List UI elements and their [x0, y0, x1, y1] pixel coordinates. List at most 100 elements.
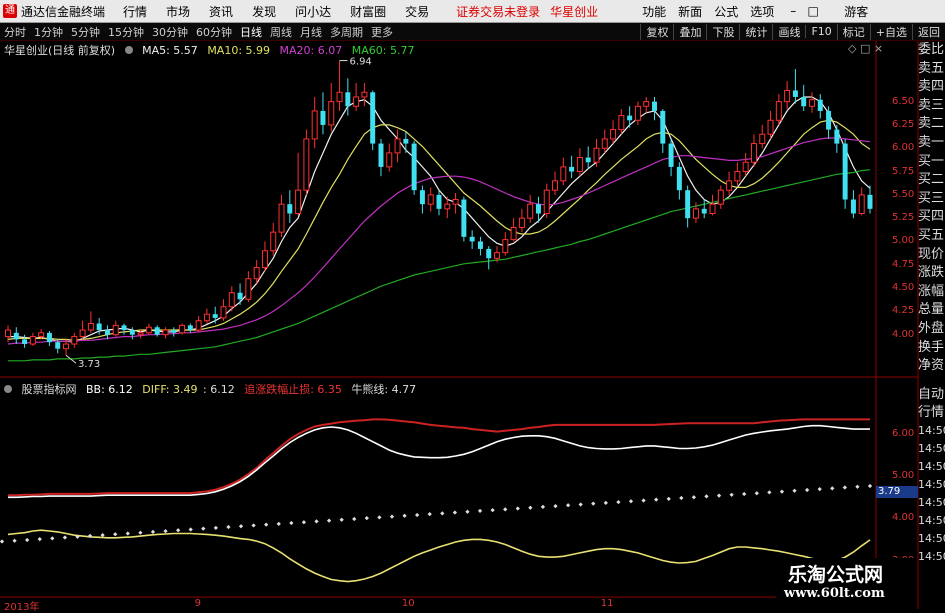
date-tick-label: 2013年 — [4, 602, 40, 613]
candle-body — [38, 332, 45, 338]
candle-body — [411, 143, 417, 191]
main-legend: 华星创业(日线 前复权) MA5: 5.57 MA10: 5.99 MA20: … — [4, 42, 420, 58]
candle-body — [767, 119, 774, 135]
high-marker-label: 6.94 — [350, 57, 372, 68]
side-panel-lower: 自动 行情 14:50 14:50 14:50 14:50 14:50 14:5… — [918, 386, 945, 566]
diff-label: DIFF: 3.49 — [142, 383, 198, 396]
candle-body — [63, 343, 70, 350]
panel-restore-icon[interactable]: □ — [860, 42, 870, 55]
low-marker-label: 3.73 — [78, 359, 100, 370]
bb-label: BB: 6.12 — [86, 383, 133, 396]
candle-body — [652, 101, 657, 111]
candle-body — [278, 203, 285, 233]
bull-bear-label: 牛熊线: 4.77 — [351, 383, 417, 396]
indicator-tick-label: 5.00 — [892, 470, 915, 482]
candle-body — [842, 143, 848, 200]
indicator-tick-label: 4.00 — [892, 512, 915, 524]
candle-body — [576, 157, 583, 173]
candle-body — [96, 323, 102, 331]
side-item[interactable]: 自动 — [918, 386, 945, 404]
side-item: 委比 — [918, 42, 945, 57]
candle-body — [13, 332, 19, 340]
panel-close-icon[interactable]: × — [874, 42, 883, 55]
candle-body — [676, 166, 682, 191]
panel-settings-icon[interactable]: ◇ — [848, 42, 856, 55]
side-item: 14:50 — [918, 532, 945, 545]
candle-body — [750, 143, 757, 163]
candle-body — [154, 327, 160, 335]
candle-body — [585, 157, 591, 163]
price-tick-label: 4.25 — [892, 305, 915, 317]
main-panel-bg — [0, 41, 876, 377]
side-item: 卖四 — [918, 79, 945, 95]
candle-body — [618, 115, 625, 131]
candle-body — [494, 252, 501, 259]
candle-body — [668, 143, 674, 167]
indicator-settings-icon[interactable] — [4, 385, 12, 393]
candle-body — [253, 267, 260, 280]
candle-body — [543, 189, 550, 214]
side-item: 14:50 — [918, 514, 945, 527]
settings-icon[interactable] — [124, 46, 133, 54]
candle-body — [137, 332, 144, 336]
watermark-url: www.60lt.com — [784, 586, 885, 601]
candle-body — [486, 248, 492, 259]
side-item[interactable]: 行情 — [918, 404, 945, 422]
candle-body — [627, 115, 633, 121]
side-item: 买三 — [918, 190, 945, 206]
price-tick-label: 5.75 — [892, 165, 915, 177]
side-item: 净资 — [918, 358, 945, 374]
candle-body — [129, 330, 135, 335]
ma20-label: MA20: 6.07 — [279, 44, 343, 57]
side-item: 买二 — [918, 172, 945, 188]
ma60-label: MA60: 5.77 — [351, 44, 415, 57]
candle-body — [801, 96, 807, 107]
price-tick-label: 5.00 — [892, 235, 915, 247]
candle-body — [270, 231, 277, 252]
kline-chart[interactable]: 6.94 3.73 — [0, 0, 945, 609]
candle-body — [187, 325, 193, 331]
candle-body — [593, 147, 600, 163]
date-tick-label: 9 — [194, 598, 201, 609]
candle-body — [610, 129, 617, 140]
candle-body — [742, 161, 749, 173]
chart-title: 华星创业(日线 前复权) — [4, 44, 116, 57]
candle-body — [643, 101, 650, 107]
candle-body — [527, 203, 534, 219]
side-item: 14:50 — [918, 460, 945, 473]
candle-body — [237, 292, 243, 300]
candle-body — [79, 329, 86, 338]
price-tick-label: 4.00 — [892, 328, 915, 340]
candle-body — [328, 101, 335, 126]
candle-body — [29, 336, 36, 345]
candle-body — [444, 203, 451, 210]
side-item: 卖一 — [918, 134, 945, 150]
candle-body — [709, 203, 716, 214]
main-panel-controls: ◇ □ × — [848, 42, 883, 55]
watermark-title: 乐淘公式网 — [788, 564, 884, 586]
candle-body — [477, 241, 483, 249]
value-label: : 6.12 — [203, 383, 235, 396]
candle-body — [311, 110, 318, 140]
candle-body — [353, 96, 360, 107]
price-tick-label: 4.50 — [892, 282, 915, 294]
candle-body — [461, 199, 467, 237]
candle-body — [775, 101, 782, 121]
candle-body — [5, 329, 11, 338]
candle-body — [518, 217, 525, 228]
candle-body — [634, 105, 641, 121]
candle-body — [195, 320, 202, 331]
price-tick-label: 6.00 — [892, 142, 915, 154]
candle-body — [261, 250, 268, 269]
bull-bear-value-tag: 3.79 — [876, 486, 918, 498]
price-tick-label: 5.25 — [892, 212, 915, 224]
price-tick-label: 4.75 — [892, 258, 915, 270]
candle-body — [287, 204, 293, 214]
candle-body — [867, 194, 873, 209]
side-item: 卖二 — [918, 116, 945, 132]
candle-body — [295, 189, 302, 214]
candle-body — [46, 332, 52, 343]
candle-body — [808, 99, 815, 107]
candle-body — [212, 314, 218, 318]
candle-body — [336, 91, 343, 103]
